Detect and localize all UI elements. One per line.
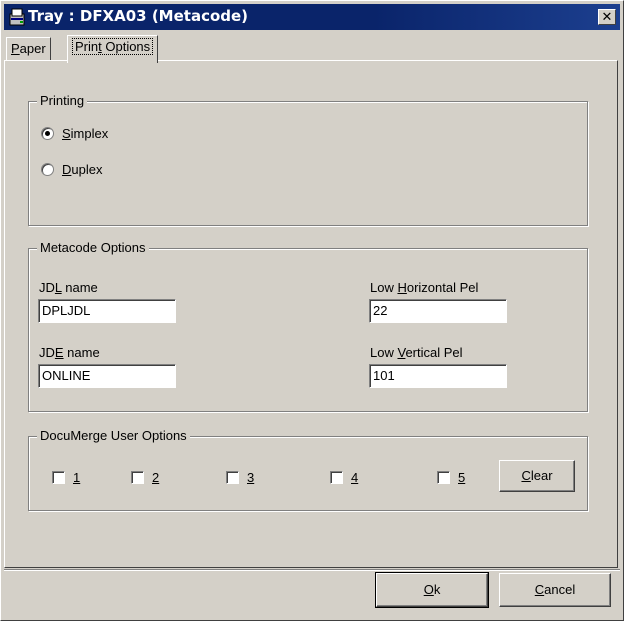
low-horizontal-pel-label: Low Horizontal Pel xyxy=(370,280,479,295)
checkbox-icon[interactable] xyxy=(330,471,343,484)
documerge-option-1-checkbox[interactable]: 1 xyxy=(52,470,80,485)
jdl-name-label: JDL name xyxy=(39,280,98,295)
tab-print-options-label: Print Options xyxy=(72,38,154,55)
documerge-option-5-checkbox[interactable]: 5 xyxy=(437,470,465,485)
window-title: Tray : DFXA03 (Metacode) xyxy=(28,7,249,25)
ok-button[interactable]: Ok xyxy=(375,572,489,608)
clear-button[interactable]: Clear xyxy=(499,460,575,492)
documerge-options-title: DocuMerge User Options xyxy=(37,428,190,443)
radio-unselected-icon[interactable] xyxy=(41,163,54,176)
footer-separator xyxy=(4,569,620,571)
metacode-options-group: Metacode Options JDL name DPLJDL JDE nam… xyxy=(28,240,588,412)
tray-icon xyxy=(8,6,28,28)
low-vertical-pel-label: Low Vertical Pel xyxy=(370,345,463,360)
printing-group-title: Printing xyxy=(37,93,88,108)
tab-paper-accel: P xyxy=(11,41,20,56)
cancel-button[interactable]: Cancel xyxy=(499,573,611,607)
print-options-panel: Printing Simplex Duplex Metacode Options… xyxy=(4,60,618,568)
tab-paper[interactable]: Paper xyxy=(6,37,51,61)
documerge-option-4-checkbox[interactable]: 4 xyxy=(330,470,358,485)
documerge-option-2-checkbox[interactable]: 2 xyxy=(131,470,159,485)
jde-name-input[interactable]: ONLINE xyxy=(38,364,176,388)
checkbox-icon[interactable] xyxy=(437,471,450,484)
simplex-radio[interactable]: Simplex xyxy=(41,126,108,141)
jdl-name-input[interactable]: DPLJDL xyxy=(38,299,176,323)
close-icon[interactable]: ✕ xyxy=(598,9,616,25)
checkbox-icon[interactable] xyxy=(226,471,239,484)
printing-group: Printing Simplex Duplex xyxy=(28,93,588,226)
tray-dialog-window: Tray : DFXA03 (Metacode) ✕ Paper Print O… xyxy=(0,0,624,621)
checkbox-icon[interactable] xyxy=(52,471,65,484)
radio-selected-icon[interactable] xyxy=(41,127,54,140)
checkbox-icon[interactable] xyxy=(131,471,144,484)
metacode-options-title: Metacode Options xyxy=(37,240,149,255)
tab-print-options[interactable]: Print Options xyxy=(67,35,159,63)
low-vertical-pel-input[interactable]: 101 xyxy=(369,364,507,388)
documerge-option-3-checkbox[interactable]: 3 xyxy=(226,470,254,485)
low-horizontal-pel-input[interactable]: 22 xyxy=(369,299,507,323)
title-bar[interactable]: Tray : DFXA03 (Metacode) ✕ xyxy=(4,4,620,30)
duplex-radio[interactable]: Duplex xyxy=(41,162,102,177)
documerge-options-group: DocuMerge User Options 1 2 3 4 5 Clear xyxy=(28,428,588,511)
jde-name-label: JDE name xyxy=(39,345,100,360)
